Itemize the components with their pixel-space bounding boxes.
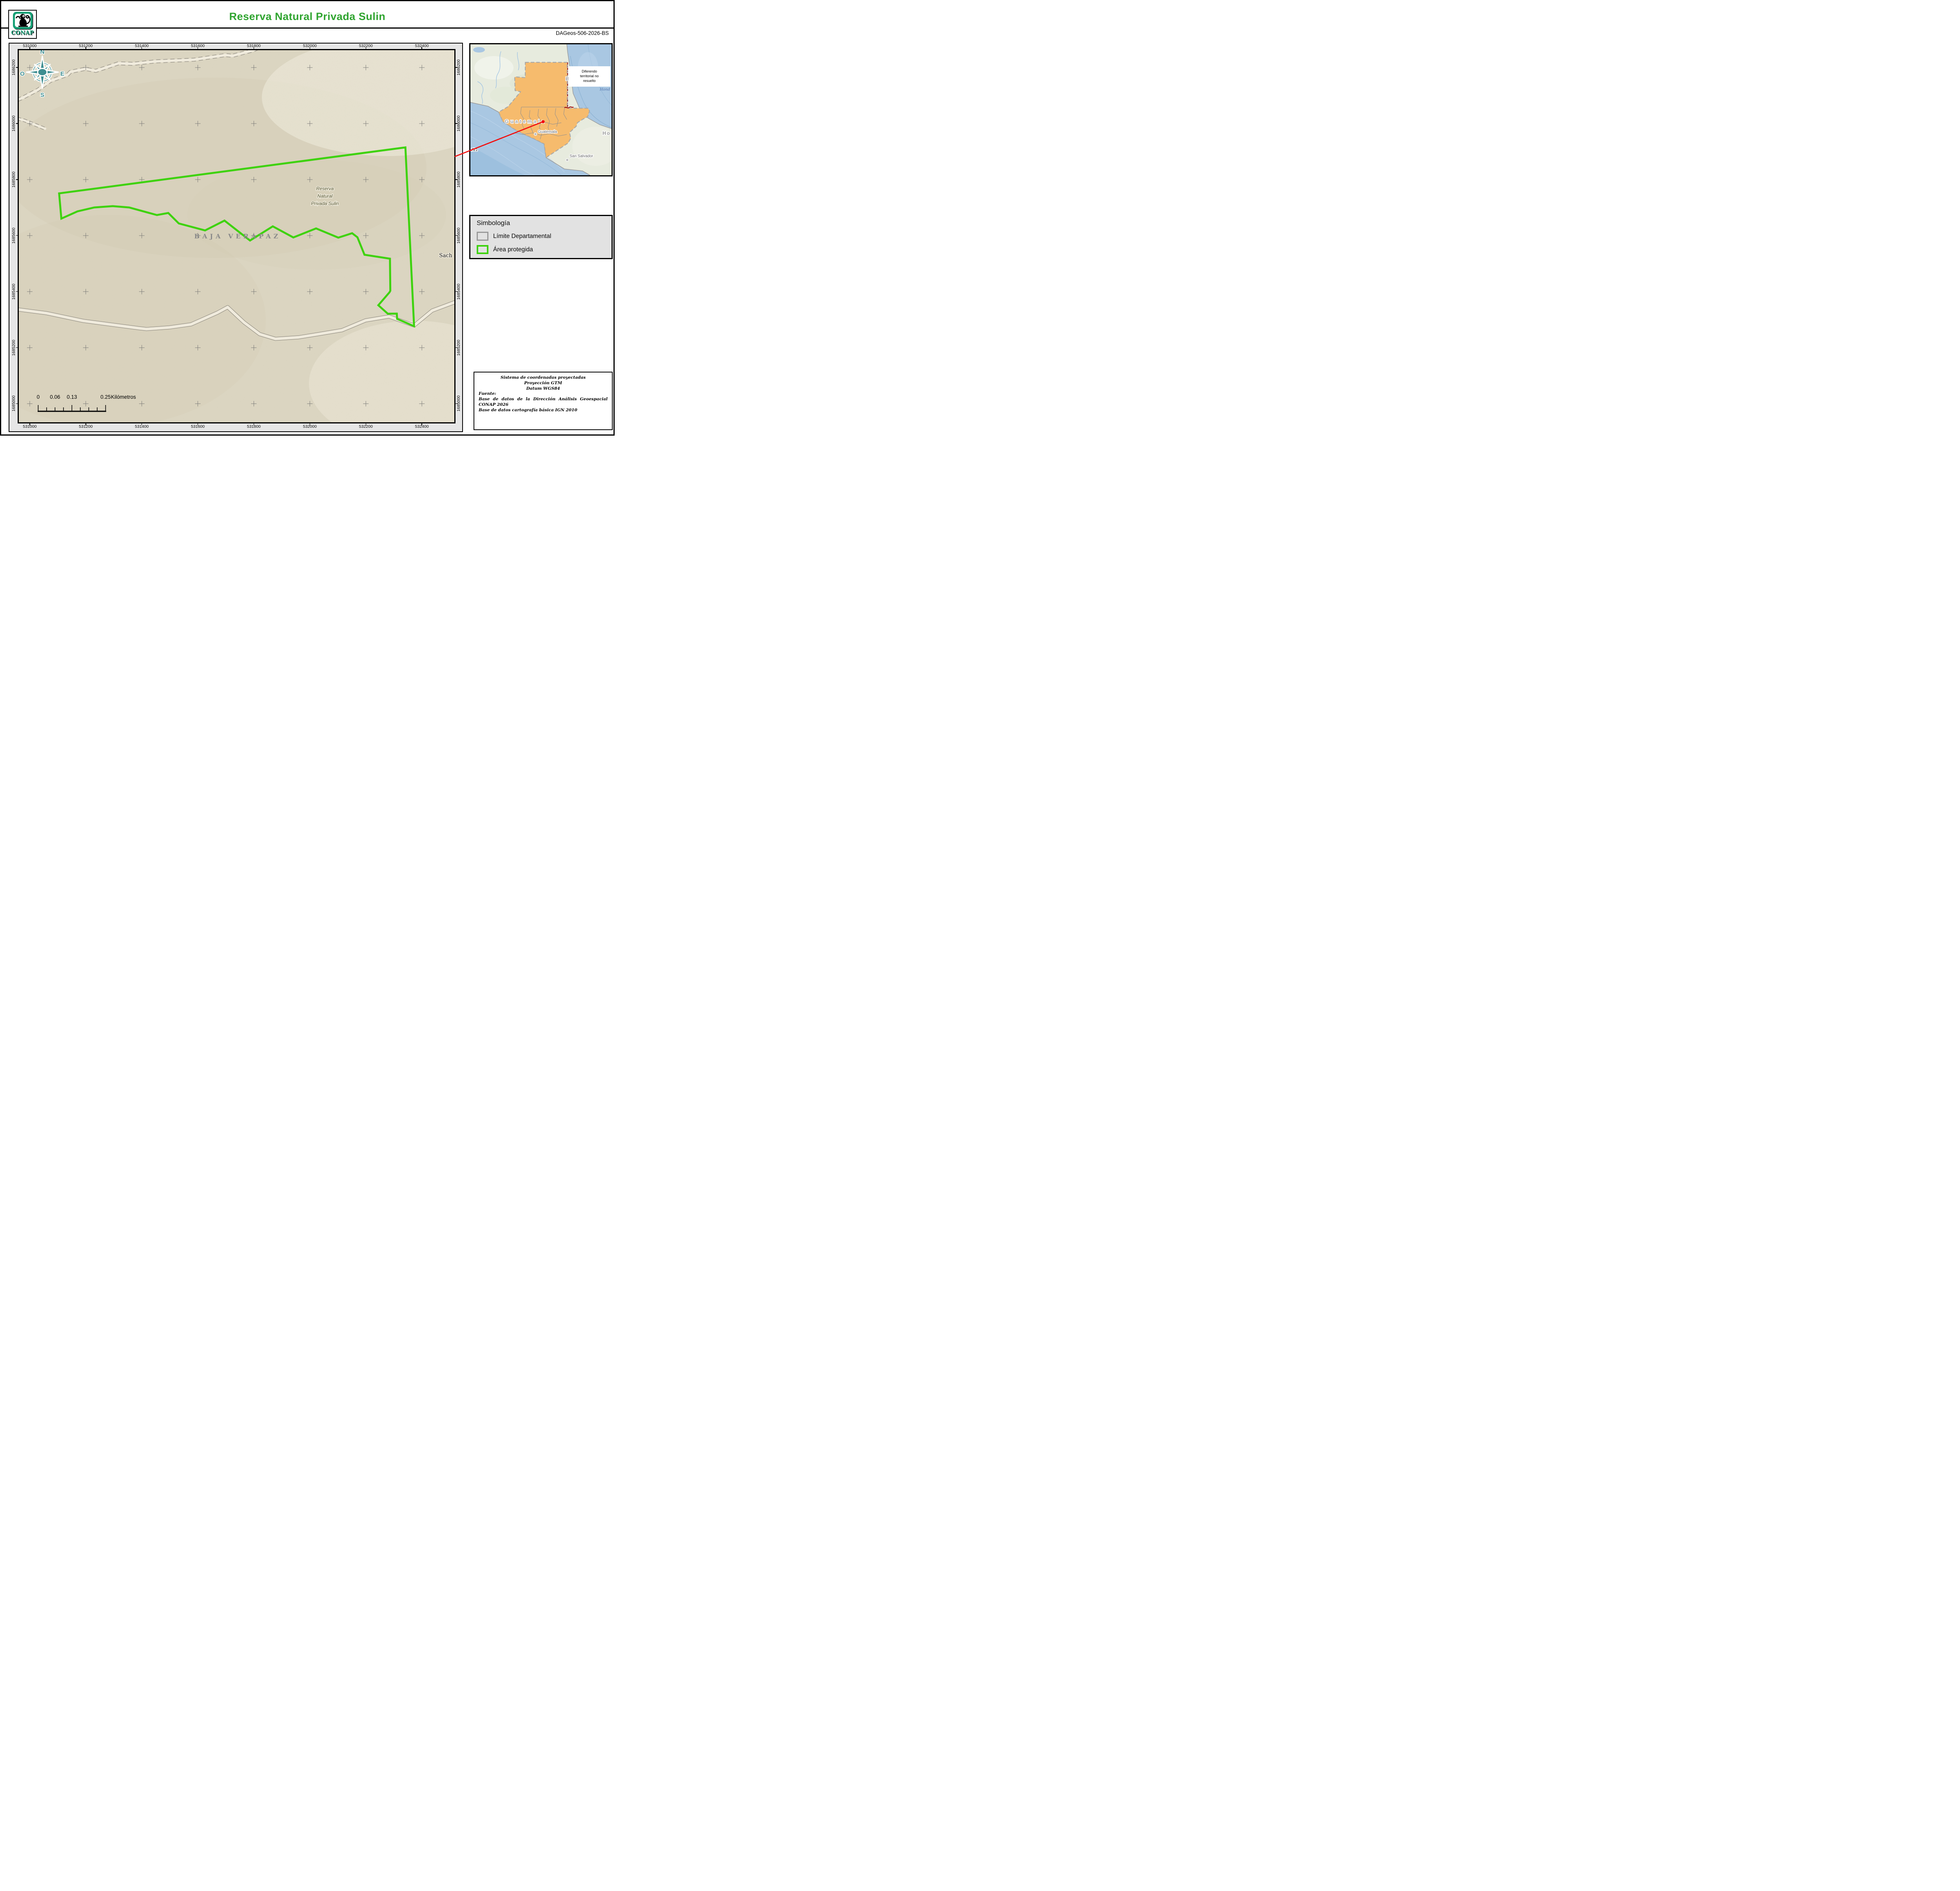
guatemala-city-label: Guatemala (538, 130, 557, 134)
axis-tick-label: 1685000 (11, 396, 16, 412)
axis-tick (16, 123, 18, 124)
source-line: CONAP 2026 (479, 402, 608, 408)
depth-label: 721 (471, 148, 478, 152)
axis-tick (29, 423, 30, 425)
conap-logo-icon (13, 12, 33, 29)
scale-unit: Kilómetros (111, 394, 136, 400)
header-divider (1, 27, 613, 29)
disputed-territory-note: Diferendo territorial no resuelto (568, 66, 610, 87)
inset-map-box: B Guatemala Guatemala San Salvador Ho 72… (469, 43, 613, 176)
axis-tick-label: 1685800 (11, 171, 16, 187)
axis-tick (456, 67, 457, 68)
axis-tick (16, 403, 18, 404)
san-salvador-dot (566, 158, 568, 161)
inset-map: B Guatemala Guatemala San Salvador Ho 72… (470, 44, 612, 175)
axis-tick (29, 47, 30, 49)
axis-tick (456, 291, 457, 292)
source-line: Base de datos cartografía básica IGN 201… (479, 408, 608, 413)
svg-text:Reserva: Reserva (316, 186, 334, 191)
legend: Simbología Límite Departamental Área pro… (469, 215, 613, 259)
axis-tick (16, 179, 18, 180)
source-label: Fuente: (479, 391, 608, 397)
axis-tick-label: 1685600 (11, 227, 16, 243)
crs-line: Proyección GTM (479, 381, 608, 386)
main-map-panel: BAJA VERAPAZ Reserva Natural Privada Sul… (9, 43, 463, 432)
scale-006: 0.06 (50, 394, 60, 400)
axis-tick (456, 347, 457, 348)
axis-tick (456, 123, 457, 124)
note-line: resuelto (568, 79, 610, 84)
axis-tick-label: 1685400 (11, 283, 16, 300)
legend-item-protected: Área protegida (477, 245, 533, 254)
departmental-limit-swatch (477, 232, 488, 241)
axis-tick (16, 235, 18, 236)
axis-tick (456, 179, 457, 180)
crs-line: Sistema de coordenadas proyectadas (479, 375, 608, 381)
scale-025: 0.25 (100, 394, 111, 400)
axis-tick-label: 1686000 (11, 115, 16, 131)
axis-tick (16, 67, 18, 68)
legend-title: Simbología (477, 219, 510, 227)
axis-tick (456, 403, 457, 404)
axis-tick (366, 423, 367, 425)
legend-label: Área protegida (493, 246, 533, 253)
map-document-page: Reserva Natural Privada Sulin DAGeos-506… (0, 0, 615, 436)
compass-n: N (40, 50, 45, 55)
scale-013: 0.13 (67, 394, 77, 400)
main-map: BAJA VERAPAZ Reserva Natural Privada Sul… (19, 50, 454, 422)
protected-area-swatch (477, 245, 488, 254)
source-line: Base de datos de la Dirección Análisis G… (479, 397, 608, 402)
axis-tick (85, 423, 86, 425)
credits-box: Sistema de coordenadas proyectadas Proye… (474, 372, 613, 430)
note-line: Diferendo (568, 69, 610, 74)
document-code: DAGeos-506-2026-BS (556, 30, 609, 36)
san-salvador-label: San Salvador (570, 154, 593, 158)
compass-s: S (40, 92, 44, 98)
place-label-sach: Sach (439, 252, 452, 259)
axis-tick (16, 291, 18, 292)
compass-e: E (60, 71, 64, 77)
axis-tick (421, 47, 422, 49)
legend-label: Límite Departamental (493, 233, 551, 240)
legend-item-departmental: Límite Departamental (477, 232, 551, 241)
sea-label-2: Hond (599, 87, 610, 92)
country-label: Guatemala (505, 119, 546, 124)
guatemala-city-dot (534, 133, 537, 135)
lake-nw (473, 47, 485, 53)
svg-text:Natural: Natural (318, 193, 333, 199)
page-title: Reserva Natural Privada Sulin (1, 11, 613, 23)
compass-o: O (20, 71, 25, 77)
axis-tick-label: 1685200 (11, 340, 16, 356)
main-map-frame: BAJA VERAPAZ Reserva Natural Privada Sul… (18, 49, 456, 423)
axis-tick (421, 423, 422, 425)
axis-tick (456, 235, 457, 236)
note-line: territorial no (568, 74, 610, 79)
svg-text:Privada Sulin: Privada Sulin (311, 201, 339, 206)
axis-tick (366, 47, 367, 49)
conap-logo-text: CONAP (11, 30, 34, 36)
department-label: BAJA VERAPAZ (194, 233, 281, 240)
scale-0: 0 (37, 394, 40, 400)
axis-tick (16, 347, 18, 348)
monkey-icon (13, 12, 33, 29)
axis-tick-label: 1686200 (11, 60, 16, 76)
honduras-label-partial: Ho (603, 131, 611, 136)
conap-logo-box: CONAP (8, 10, 37, 39)
axis-tick (85, 47, 86, 49)
crs-line: Datum WGS84 (479, 386, 608, 392)
